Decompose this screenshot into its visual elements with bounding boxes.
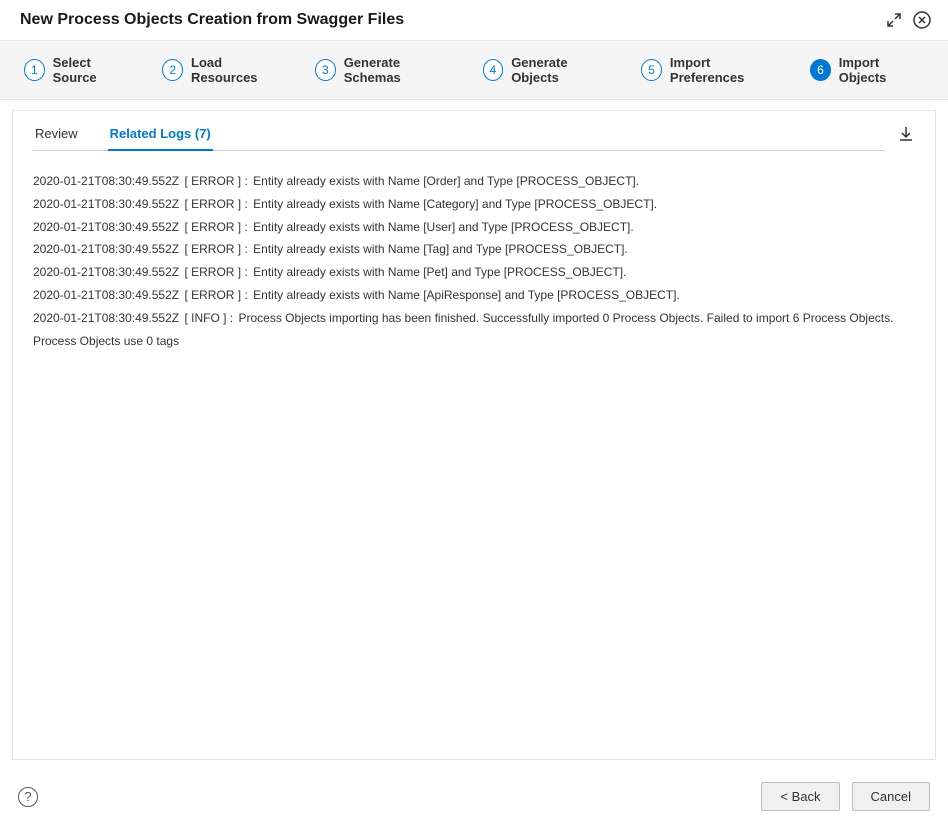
log-level: [ ERROR ] : [184,265,247,279]
log-message: Entity already exists with Name [ApiResp… [253,288,680,302]
log-level: [ ERROR ] : [184,220,247,234]
log-line: 2020-01-21T08:30:49.552Z [ ERROR ] : Ent… [33,261,915,284]
step-load-resources[interactable]: 2 Load Resources [162,55,285,85]
log-timestamp: 2020-01-21T08:30:49.552Z [33,242,179,256]
content-panel: Review Related Logs (7) 2020-01-21T08:30… [12,110,936,760]
logs-container: 2020-01-21T08:30:49.552Z [ ERROR ] : Ent… [13,152,935,759]
log-message: Entity already exists with Name [User] a… [253,220,634,234]
log-timestamp: 2020-01-21T08:30:49.552Z [33,197,179,211]
step-label: Import Objects [839,55,924,85]
step-label: Select Source [53,55,133,85]
step-number: 3 [315,59,336,81]
back-button[interactable]: < Back [761,782,839,811]
log-line: 2020-01-21T08:30:49.552Z [ ERROR ] : Ent… [33,216,915,239]
footer-actions: < Back Cancel [761,782,930,811]
step-number: 2 [162,59,183,81]
log-message: Entity already exists with Name [Pet] an… [253,265,626,279]
log-line: 2020-01-21T08:30:49.552Z [ INFO ] : Proc… [33,307,915,353]
expand-icon[interactable] [884,10,904,30]
tabs-row: Review Related Logs (7) [13,111,935,152]
download-icon[interactable] [897,125,915,152]
log-timestamp: 2020-01-21T08:30:49.552Z [33,265,179,279]
step-number: 5 [641,59,662,81]
log-message: Entity already exists with Name [Categor… [253,197,657,211]
log-line: 2020-01-21T08:30:49.552Z [ ERROR ] : Ent… [33,284,915,307]
tab-review[interactable]: Review [33,126,80,151]
log-level: [ ERROR ] : [184,197,247,211]
log-message: Entity already exists with Name [Tag] an… [253,242,628,256]
tabs: Review Related Logs (7) [33,126,885,151]
step-select-source[interactable]: 1 Select Source [24,55,132,85]
step-label: Generate Schemas [344,55,453,85]
step-label: Generate Objects [511,55,611,85]
step-number: 1 [24,59,45,81]
cancel-button[interactable]: Cancel [852,782,930,811]
step-import-objects[interactable]: 6 Import Objects [810,55,924,85]
step-import-preferences[interactable]: 5 Import Preferences [641,55,780,85]
log-timestamp: 2020-01-21T08:30:49.552Z [33,174,179,188]
log-timestamp: 2020-01-21T08:30:49.552Z [33,311,179,325]
dialog-footer: ? < Back Cancel [0,770,948,823]
step-generate-schemas[interactable]: 3 Generate Schemas [315,55,453,85]
log-level: [ INFO ] : [184,311,233,325]
log-message: Entity already exists with Name [Order] … [253,174,639,188]
step-number: 4 [483,59,504,81]
step-number: 6 [810,59,831,81]
step-label: Import Preferences [670,55,780,85]
log-line: 2020-01-21T08:30:49.552Z [ ERROR ] : Ent… [33,238,915,261]
log-timestamp: 2020-01-21T08:30:49.552Z [33,220,179,234]
tab-related-logs[interactable]: Related Logs (7) [108,126,213,151]
log-line: 2020-01-21T08:30:49.552Z [ ERROR ] : Ent… [33,170,915,193]
log-level: [ ERROR ] : [184,288,247,302]
wizard-steps: 1 Select Source 2 Load Resources 3 Gener… [0,41,948,100]
log-level: [ ERROR ] : [184,242,247,256]
log-timestamp: 2020-01-21T08:30:49.552Z [33,288,179,302]
step-generate-objects[interactable]: 4 Generate Objects [483,55,612,85]
dialog-header: New Process Objects Creation from Swagge… [0,0,948,41]
dialog-title: New Process Objects Creation from Swagge… [20,11,404,29]
header-controls [884,10,932,30]
log-line: 2020-01-21T08:30:49.552Z [ ERROR ] : Ent… [33,193,915,216]
log-level: [ ERROR ] : [184,174,247,188]
close-icon[interactable] [912,10,932,30]
help-icon[interactable]: ? [18,787,38,807]
step-label: Load Resources [191,55,285,85]
